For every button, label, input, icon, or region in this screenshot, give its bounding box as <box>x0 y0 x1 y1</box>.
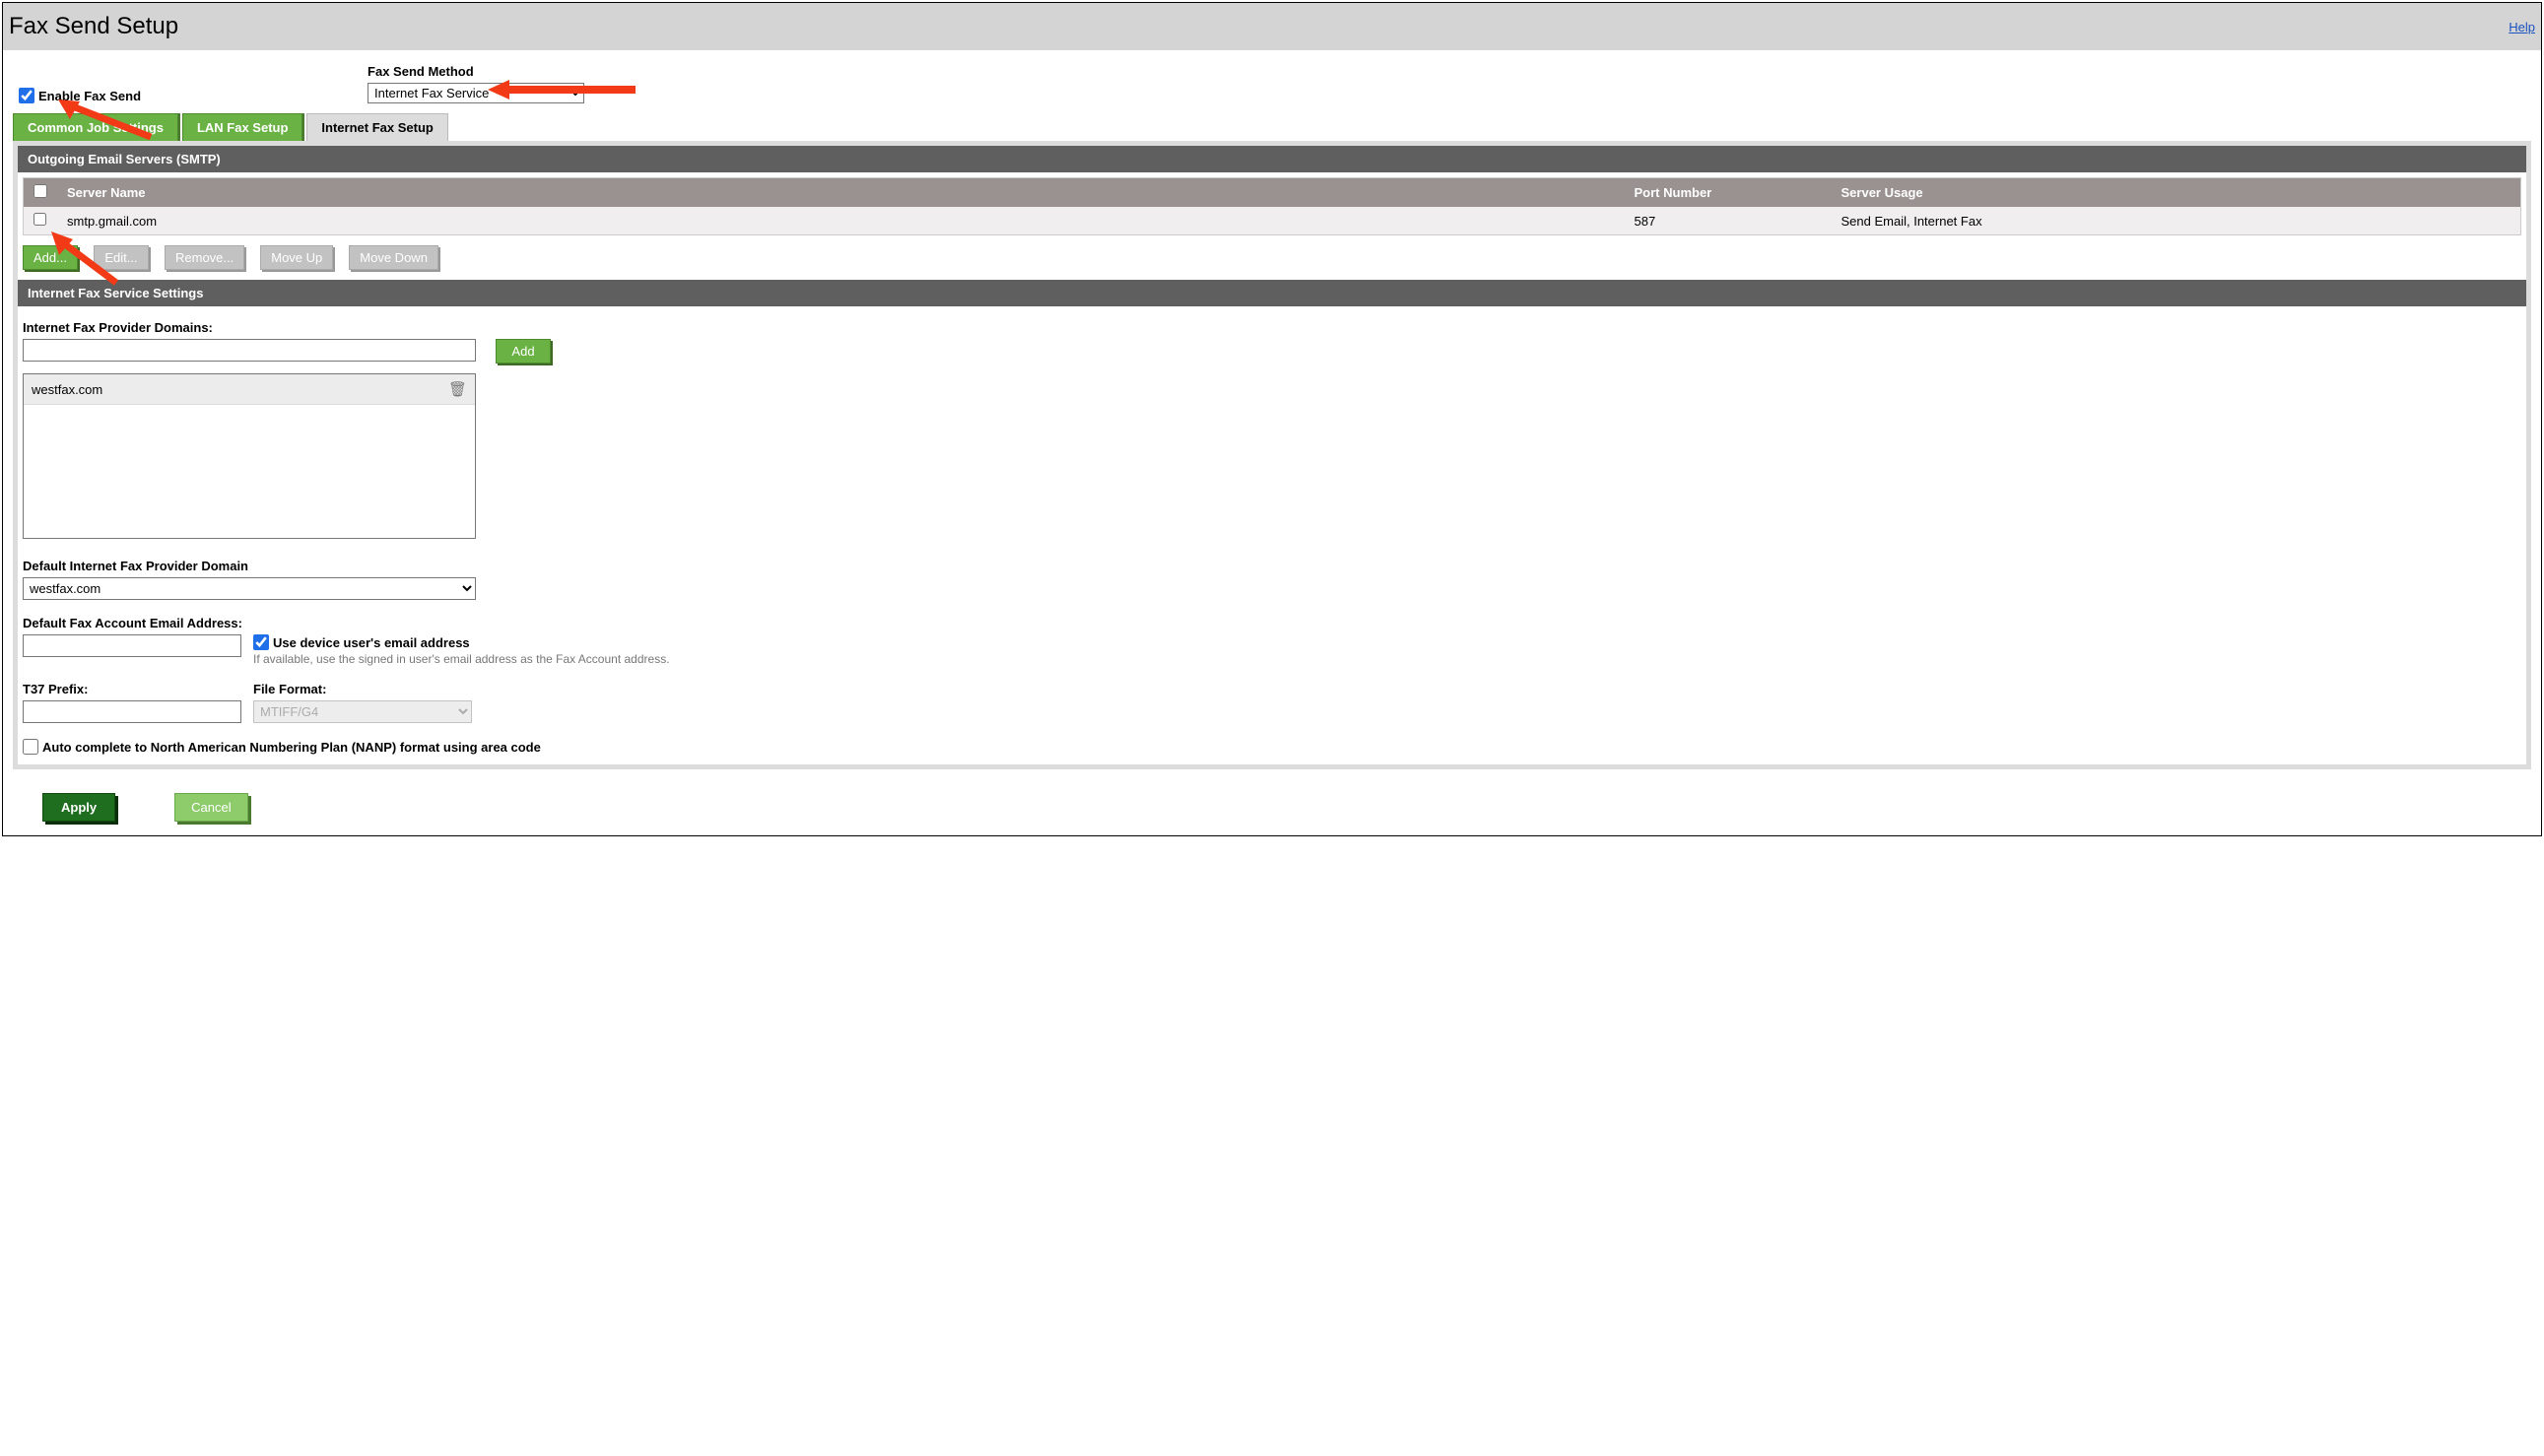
fax-send-method-select[interactable]: Internet Fax Service <box>368 83 584 103</box>
cell-port: 587 <box>1625 207 1832 235</box>
footer-buttons: Apply Cancel <box>3 779 2541 835</box>
trash-icon[interactable]: 🗑 <box>448 380 467 398</box>
smtp-section-header: Outgoing Email Servers (SMTP) <box>18 146 2526 172</box>
apply-button[interactable]: Apply <box>42 793 115 822</box>
smtp-add-button[interactable]: Add... <box>23 245 78 270</box>
use-device-email-hint: If available, use the signed in user's e… <box>253 652 2521 666</box>
tab-internet-fax-setup[interactable]: Internet Fax Setup <box>306 113 447 141</box>
smtp-select-all-checkbox[interactable] <box>33 184 47 198</box>
use-device-email-label: Use device user's email address <box>273 635 470 650</box>
settings-section-header: Internet Fax Service Settings <box>18 280 2526 306</box>
col-port-number: Port Number <box>1625 178 1832 208</box>
page-header: Fax Send Setup Help <box>3 3 2541 50</box>
top-options: Enable Fax Send Fax Send Method Internet… <box>3 50 2541 113</box>
fax-send-method-label: Fax Send Method <box>368 64 584 79</box>
content-panel: Outgoing Email Servers (SMTP) Server Nam… <box>13 141 2531 769</box>
smtp-edit-button[interactable]: Edit... <box>94 245 149 270</box>
smtp-table: Server Name Port Number Server Usage smt… <box>23 177 2521 235</box>
provider-domain-input[interactable] <box>23 339 476 362</box>
page-title: Fax Send Setup <box>9 13 178 40</box>
default-domain-select[interactable]: westfax.com <box>23 577 476 600</box>
nanp-label: Auto complete to North American Numberin… <box>42 740 541 755</box>
use-device-email-checkbox[interactable] <box>253 634 269 650</box>
domain-list: westfax.com 🗑 <box>23 373 476 539</box>
tab-lan-fax-setup[interactable]: LAN Fax Setup <box>182 113 302 141</box>
col-server-name: Server Name <box>57 178 1625 208</box>
provider-domains-label: Internet Fax Provider Domains: <box>23 320 2521 335</box>
list-item[interactable]: westfax.com 🗑 <box>24 374 475 405</box>
default-email-input[interactable] <box>23 634 241 657</box>
cell-server-name: smtp.gmail.com <box>57 207 1625 235</box>
tabs: Common Job Settings LAN Fax Setup Intern… <box>3 113 2541 141</box>
cancel-button[interactable]: Cancel <box>174 793 247 822</box>
default-email-label: Default Fax Account Email Address: <box>23 616 2521 630</box>
t37-prefix-input[interactable] <box>23 700 241 723</box>
smtp-row-checkbox[interactable] <box>33 213 46 226</box>
file-format-label: File Format: <box>253 682 472 696</box>
add-domain-button[interactable]: Add <box>496 339 551 364</box>
smtp-remove-button[interactable]: Remove... <box>165 245 244 270</box>
table-row: smtp.gmail.com 587 Send Email, Internet … <box>24 207 2521 235</box>
domain-item-text: westfax.com <box>32 382 102 397</box>
help-link[interactable]: Help <box>2509 20 2535 34</box>
nanp-checkbox[interactable] <box>23 739 38 755</box>
smtp-movedown-button[interactable]: Move Down <box>349 245 438 270</box>
cell-usage: Send Email, Internet Fax <box>1832 207 2521 235</box>
smtp-moveup-button[interactable]: Move Up <box>260 245 333 270</box>
col-server-usage: Server Usage <box>1832 178 2521 208</box>
file-format-select[interactable]: MTIFF/G4 <box>253 700 472 723</box>
enable-fax-send-label: Enable Fax Send <box>38 89 141 103</box>
enable-fax-send-checkbox[interactable] <box>19 88 34 103</box>
default-domain-label: Default Internet Fax Provider Domain <box>23 559 2521 573</box>
t37-label: T37 Prefix: <box>23 682 241 696</box>
tab-common-job-settings[interactable]: Common Job Settings <box>13 113 178 141</box>
